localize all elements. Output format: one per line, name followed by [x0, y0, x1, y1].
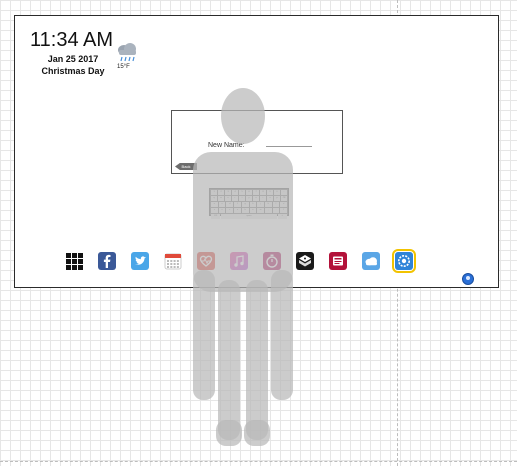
- app-grid-icon[interactable]: [65, 252, 83, 270]
- keyboard-key[interactable]: ⌫: [281, 196, 287, 201]
- clock-date: Jan 25 2017: [47, 54, 99, 64]
- keyboard-key[interactable]: h: [249, 202, 257, 207]
- keyboard-key[interactable]: space: [221, 214, 277, 219]
- keyboard-key[interactable]: ↵: [280, 202, 288, 207]
- new-name-input[interactable]: [266, 146, 312, 147]
- keyboard-row: q w e r t y u i o p ⌫: [211, 196, 287, 201]
- keyboard-row: 1234567890-: [211, 190, 287, 195]
- keyboard-key[interactable]: b: [241, 208, 249, 213]
- holiday-label: Christmas Day: [41, 66, 105, 76]
- keyboard-key[interactable]: 3: [225, 190, 231, 195]
- keyboard-key[interactable]: 2: [218, 190, 224, 195]
- keyboard-key[interactable]: f: [234, 202, 241, 207]
- keyboard-key[interactable]: v: [234, 208, 241, 213]
- keyboard-key[interactable]: d: [226, 202, 234, 207]
- keyboard-key[interactable]: p: [274, 196, 280, 201]
- keyboard-key[interactable]: l: [272, 202, 280, 207]
- device-screen: 11:34 AM Jan 25 2017 Christmas Day 15°F …: [14, 15, 499, 288]
- keyboard-key[interactable]: i: [260, 196, 266, 201]
- horizontal-guide-line: [0, 461, 517, 462]
- keyboard-key[interactable]: n: [249, 208, 257, 213]
- calendar-icon[interactable]: [164, 252, 182, 270]
- keyboard-key[interactable]: 9: [267, 190, 273, 195]
- keyboard-key[interactable]: 4: [232, 190, 238, 195]
- keyboard-key[interactable]: 5: [239, 190, 245, 195]
- dice-icon[interactable]: [296, 252, 314, 270]
- twitter-icon[interactable]: [131, 252, 149, 270]
- keyboard-key[interactable]: o: [267, 196, 273, 201]
- facebook-icon[interactable]: [98, 252, 116, 270]
- keyboard-key[interactable]: .: [272, 208, 280, 213]
- keyboard-key[interactable]: -: [281, 190, 287, 195]
- home-button[interactable]: [462, 273, 474, 285]
- keyboard-row: z x c v b n m,. ⇧: [211, 208, 288, 213]
- back-button[interactable]: Back: [175, 163, 197, 170]
- keyboard-key[interactable]: x: [218, 208, 226, 213]
- keyboard-key[interactable]: m: [257, 208, 264, 213]
- weather-app-icon[interactable]: [362, 252, 380, 270]
- settings-icon[interactable]: [392, 249, 416, 273]
- keyboard-key[interactable]: ,: [264, 208, 272, 213]
- keyboard-key[interactable]: 1: [211, 190, 217, 195]
- keyboard-key[interactable]: c: [226, 208, 234, 213]
- keyboard-key[interactable]: 6: [246, 190, 252, 195]
- keyboard-key[interactable]: z: [211, 208, 218, 213]
- keyboard-key[interactable]: ☺: [277, 214, 287, 219]
- keyboard-key[interactable]: t: [239, 196, 245, 201]
- keyboard-key[interactable]: s: [218, 202, 226, 207]
- on-screen-keyboard: 1 2 3 4 5 6 7 8 9 0- q w e r t y u i o p ⌫ a s d f g h j k l ↵ z x c v b n m,…: [209, 188, 289, 219]
- temperature: 15°F: [117, 64, 130, 70]
- keyboard-key[interactable]: r: [232, 196, 238, 201]
- keyboard-key[interactable]: 123: [211, 214, 221, 219]
- keyboard-key[interactable]: ⇧: [280, 208, 288, 213]
- keyboard-key[interactable]: y: [246, 196, 252, 201]
- keyboard-row: a s d f g h j k l ↵: [211, 202, 288, 207]
- app-dock: [65, 249, 425, 274]
- health-icon[interactable]: [197, 252, 215, 270]
- rain-cloud-icon: [115, 41, 139, 63]
- keyboard-key[interactable]: q: [211, 196, 217, 201]
- keyboard-key[interactable]: a: [211, 202, 218, 207]
- rename-dialog: New Name: Back: [171, 110, 343, 174]
- keyboard-key[interactable]: 8: [260, 190, 266, 195]
- clock-time: 11:34 AM: [30, 29, 114, 51]
- keyboard-key[interactable]: w: [218, 196, 224, 201]
- keyboard-key[interactable]: j: [257, 202, 264, 207]
- keyboard-key[interactable]: k: [264, 202, 272, 207]
- keyboard-key[interactable]: e: [225, 196, 231, 201]
- keyboard-key[interactable]: 0: [274, 190, 280, 195]
- keyboard-key[interactable]: g: [241, 202, 249, 207]
- clock-date-block: Jan 25 2017 Christmas Day: [37, 53, 109, 77]
- new-name-label: New Name:: [208, 142, 245, 149]
- music-icon[interactable]: [230, 252, 248, 270]
- keyboard-key[interactable]: u: [253, 196, 259, 201]
- news-icon[interactable]: [329, 252, 347, 270]
- timer-icon[interactable]: [263, 252, 281, 270]
- keyboard-row: 123 space ☺: [211, 214, 287, 219]
- keyboard-key[interactable]: 7: [253, 190, 259, 195]
